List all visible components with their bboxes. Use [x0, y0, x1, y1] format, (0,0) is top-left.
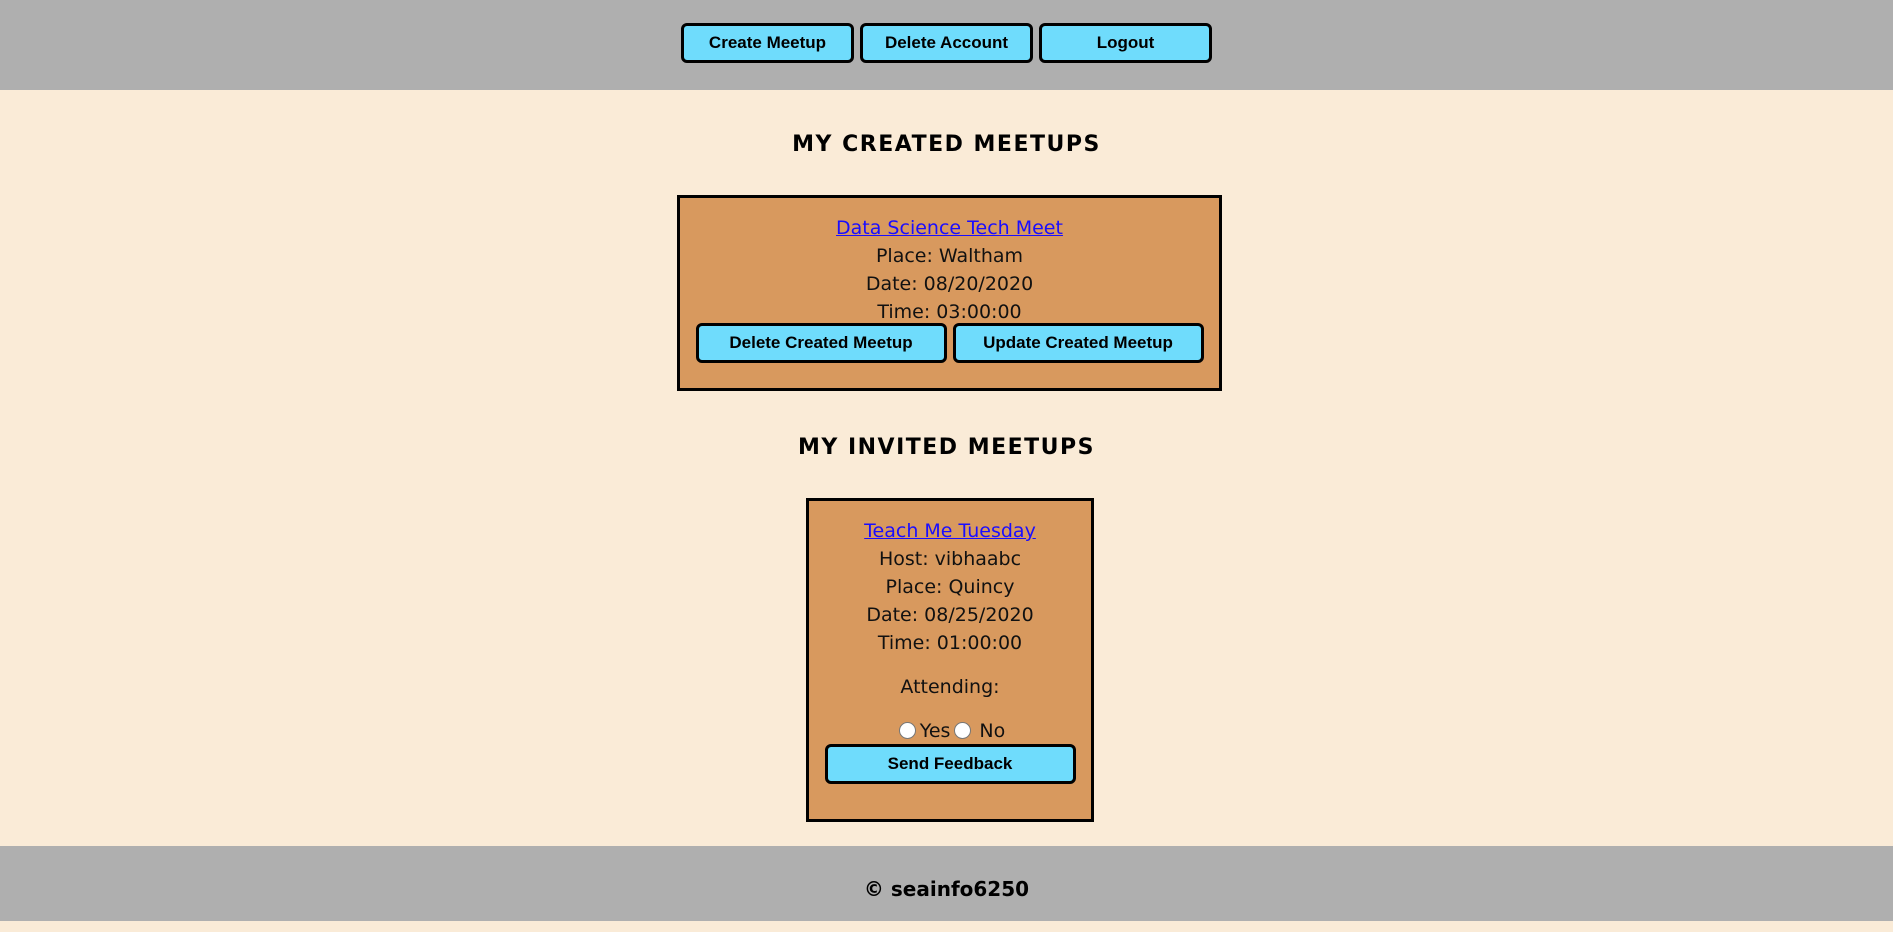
update-created-meetup-button[interactable]: Update Created Meetup	[952, 323, 1204, 363]
meetup-place: Place: Waltham	[875, 245, 1024, 267]
created-meetups-heading: MY CREATED MEETUPS	[792, 132, 1101, 157]
delete-account-button[interactable]: Delete Account	[860, 23, 1033, 63]
send-feedback-button[interactable]: Send Feedback	[824, 744, 1076, 784]
meetup-link[interactable]: Data Science Tech Meet	[680, 214, 1219, 242]
no-label: No	[979, 720, 1006, 742]
yes-label: Yes	[919, 720, 951, 742]
created-meetup-card: Data Science Tech Meet Place: Waltham Da…	[677, 195, 1222, 391]
create-meetup-button[interactable]: Create Meetup	[681, 23, 854, 63]
meetup-time: Time: 03:00:00	[877, 301, 1022, 323]
meetup-date: Date: 08/20/2020	[865, 273, 1034, 295]
meetup-place: Place: Quincy	[885, 576, 1015, 598]
meetup-host: Host: vibhaabc	[878, 548, 1022, 570]
invited-meetups-heading: MY INVITED MEETUPS	[797, 435, 1096, 460]
attending-yes-radio[interactable]	[898, 722, 916, 739]
attending-no-radio[interactable]	[954, 722, 972, 739]
meetup-time: Time: 01:00:00	[877, 632, 1023, 654]
invited-meetup-card: Teach Me Tuesday Host: vibhaabc Place: Q…	[806, 498, 1094, 822]
footer-copyright: © seainfo6250	[0, 846, 1893, 921]
logout-button[interactable]: Logout	[1039, 23, 1212, 63]
meetup-date: Date: 08/25/2020	[866, 604, 1034, 626]
meetup-link[interactable]: Teach Me Tuesday	[809, 517, 1091, 545]
top-nav: Create Meetup Delete Account Logout	[0, 0, 1893, 90]
attending-label: Attending:	[900, 676, 1000, 698]
delete-created-meetup-button[interactable]: Delete Created Meetup	[695, 323, 947, 363]
